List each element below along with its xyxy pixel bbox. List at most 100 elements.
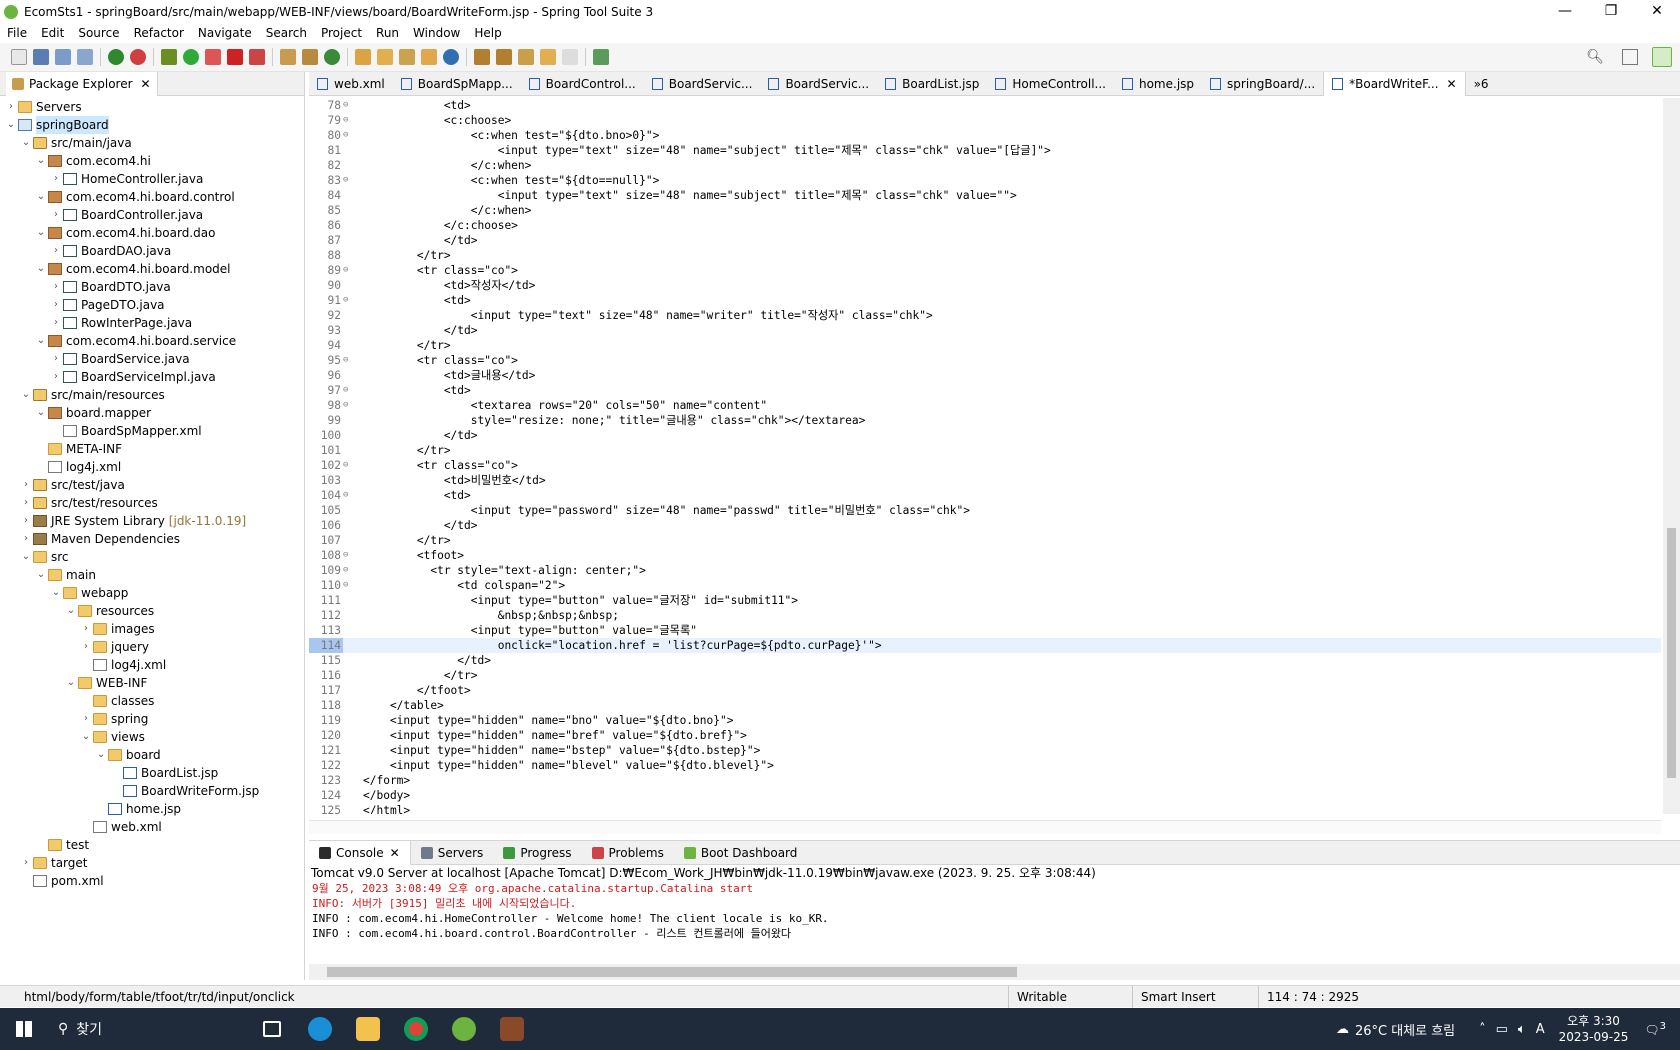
minimize-button[interactable]: —: [1542, 0, 1588, 22]
code-line[interactable]: 116 </tr>: [309, 668, 1661, 683]
tree-item[interactable]: › HomeController.java: [0, 170, 304, 188]
tree-item[interactable]: › RowInterPage.java: [0, 314, 304, 332]
tree-item[interactable]: › BoardServiceImpl.java: [0, 368, 304, 386]
close-icon[interactable]: ✕: [1447, 77, 1457, 91]
code-line[interactable]: 125 </html>: [309, 803, 1661, 814]
fold-icon[interactable]: ⊖: [343, 563, 355, 578]
code-line[interactable]: 81 <input type="text" size="48" name="su…: [309, 143, 1661, 158]
tree-item[interactable]: ⌄ com.ecom4.hi.board.dao: [0, 224, 304, 242]
expand-icon[interactable]: ›: [19, 476, 33, 494]
tree-item[interactable]: › PageDTO.java: [0, 296, 304, 314]
code-line[interactable]: 121 <input type="hidden" name="bstep" va…: [309, 743, 1661, 758]
stop-icon[interactable]: [227, 49, 243, 65]
code-line[interactable]: 80 ⊖ <c:when test="${dto.bno>0}">: [309, 128, 1661, 143]
notification-icon[interactable]: 🗨︎3: [1644, 1021, 1666, 1037]
editor-tab[interactable]: HomeControll...: [987, 72, 1114, 96]
editor-tab[interactable]: web.xml: [309, 72, 393, 96]
taskbar-search[interactable]: ⚲ 찾기: [48, 1008, 248, 1050]
code-line[interactable]: 110 ⊖ <td colspan="2">: [309, 578, 1661, 593]
console-output[interactable]: 9월 25, 2023 3:08:49 오후 org.apache.catali…: [309, 881, 1680, 941]
expand-icon[interactable]: ›: [19, 512, 33, 530]
code-line[interactable]: 90 <td>작성자</td>: [309, 278, 1661, 293]
tree-item[interactable]: ⌄ src/main/java: [0, 134, 304, 152]
maximize-button[interactable]: ❐: [1588, 0, 1634, 22]
tree-item[interactable]: › src/test/java: [0, 476, 304, 494]
collapse-icon[interactable]: ⌄: [34, 188, 48, 206]
close-icon[interactable]: ✕: [390, 846, 400, 860]
tree-item[interactable]: ⌄ WEB-INF: [0, 674, 304, 692]
menu-search[interactable]: Search: [259, 26, 314, 40]
collapse-icon[interactable]: ⌄: [94, 746, 108, 764]
edge-icon[interactable]: [296, 1008, 344, 1050]
tree-item[interactable]: ⌄ springBoard: [0, 116, 304, 134]
browser-icon[interactable]: [443, 49, 459, 65]
code-line[interactable]: 109 ⊖ <tr style="text-align: center;">: [309, 563, 1661, 578]
expand-icon[interactable]: ›: [49, 206, 63, 224]
code-line[interactable]: 118 </table>: [309, 698, 1661, 713]
collapse-icon[interactable]: ⌄: [34, 260, 48, 278]
expand-icon[interactable]: ›: [49, 314, 63, 332]
editor-tab[interactable]: BoardSpMapp...: [393, 72, 521, 96]
expand-icon[interactable]: ›: [19, 854, 33, 872]
code-line[interactable]: 117 </tfoot>: [309, 683, 1661, 698]
tree-item[interactable]: › BoardDTO.java: [0, 278, 304, 296]
code-line[interactable]: 124 </body>: [309, 788, 1661, 803]
tree-item[interactable]: BoardSpMapper.xml: [0, 422, 304, 440]
collapse-icon[interactable]: ⌄: [19, 386, 33, 404]
menu-window[interactable]: Window: [406, 26, 467, 40]
fold-icon[interactable]: ⊖: [343, 458, 355, 473]
editor-tab[interactable]: BoardServic...: [644, 72, 761, 96]
view-tab[interactable]: Problems: [582, 841, 674, 865]
forward-icon[interactable]: [562, 49, 578, 65]
collapse-icon[interactable]: ⌄: [34, 566, 48, 584]
tree-item[interactable]: › target: [0, 854, 304, 872]
tree-item[interactable]: › images: [0, 620, 304, 638]
collapse-icon[interactable]: ⌄: [79, 728, 93, 746]
new-class-icon[interactable]: [324, 49, 340, 65]
code-line[interactable]: 97 ⊖ <td>: [309, 383, 1661, 398]
external-tools-icon[interactable]: [205, 49, 221, 65]
fold-icon[interactable]: ⊖: [343, 173, 355, 188]
collapse-icon[interactable]: ⌄: [64, 602, 78, 620]
code-line[interactable]: 106 </td>: [309, 518, 1661, 533]
tree-item[interactable]: home.jsp: [0, 800, 304, 818]
network-icon[interactable]: ▭: [1496, 1022, 1508, 1037]
collapse-icon[interactable]: ⌄: [34, 332, 48, 350]
view-tab[interactable]: Progress: [493, 841, 581, 865]
volume-icon[interactable]: 🔈︎: [1518, 1022, 1526, 1037]
expand-icon[interactable]: ›: [49, 368, 63, 386]
tree-item[interactable]: ⌄ main: [0, 566, 304, 584]
code-line[interactable]: 82 </c:when>: [309, 158, 1661, 173]
expand-icon[interactable]: ›: [49, 296, 63, 314]
menu-file[interactable]: File: [0, 26, 34, 40]
code-line[interactable]: 87 </td>: [309, 233, 1661, 248]
code-editor[interactable]: 78 ⊖ <td> 79 ⊖ <c:choose> 80 ⊖ <c:when test="…: [309, 98, 1661, 814]
tree-item[interactable]: test: [0, 836, 304, 854]
view-tab[interactable]: Servers: [411, 841, 494, 865]
tree-item[interactable]: › BoardController.java: [0, 206, 304, 224]
close-button[interactable]: ✕: [1634, 0, 1680, 22]
start-button[interactable]: [0, 1008, 48, 1050]
code-line[interactable]: 112 &nbsp;&nbsp;&nbsp;: [309, 608, 1661, 623]
code-line[interactable]: 102 ⊖ <tr class="co">: [309, 458, 1661, 473]
search-icon[interactable]: 🔍︎: [1586, 49, 1604, 65]
tray-overflow-icon[interactable]: ˄: [1479, 1022, 1486, 1037]
fold-icon[interactable]: ⊖: [343, 548, 355, 563]
menu-run[interactable]: Run: [369, 26, 406, 40]
tree-item[interactable]: META-INF: [0, 440, 304, 458]
collapse-icon[interactable]: ⌄: [34, 224, 48, 242]
code-line[interactable]: 114 onclick="location.href = 'list?curPa…: [309, 638, 1661, 653]
code-line[interactable]: 104 ⊖ <td>: [309, 488, 1661, 503]
next-annotation-icon[interactable]: [474, 49, 490, 65]
expand-icon[interactable]: ›: [79, 710, 93, 728]
tree-item[interactable]: web.xml: [0, 818, 304, 836]
expand-icon[interactable]: ›: [49, 170, 63, 188]
collapse-icon[interactable]: ⌄: [49, 584, 63, 602]
tree-item[interactable]: › JRE System Library [jdk-11.0.19]: [0, 512, 304, 530]
tree-item[interactable]: ⌄ resources: [0, 602, 304, 620]
annotation-icon[interactable]: [421, 49, 437, 65]
code-line[interactable]: 92 <input type="text" size="48" name="wr…: [309, 308, 1661, 323]
spring-perspective-icon[interactable]: [1652, 47, 1672, 67]
run-icon[interactable]: [183, 49, 199, 65]
relaunch-icon[interactable]: [130, 49, 146, 65]
